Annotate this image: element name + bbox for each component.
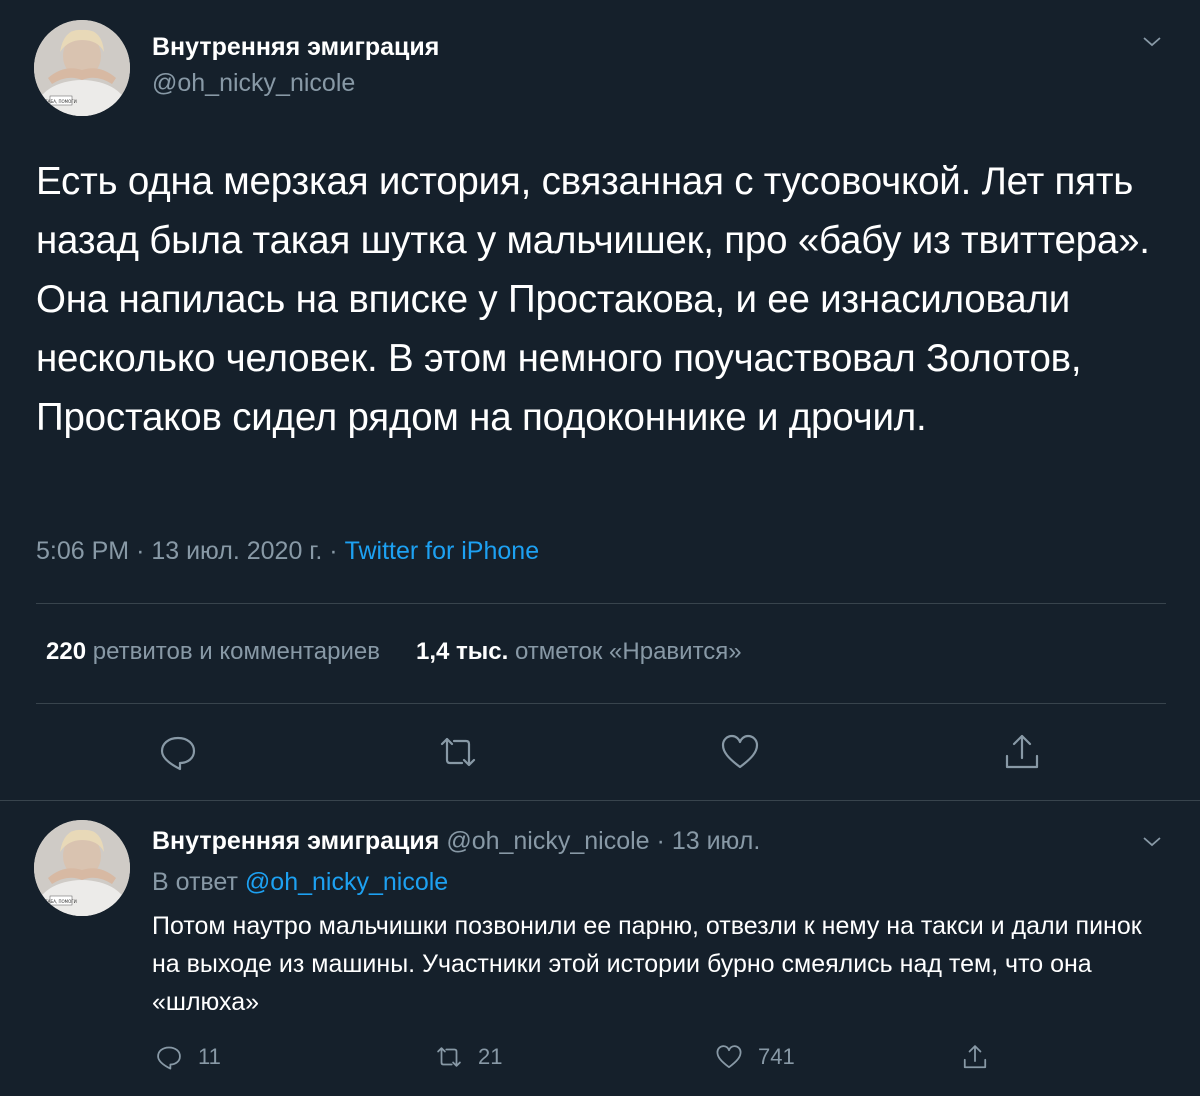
likes-count: 1,4 тыс.: [415, 638, 509, 665]
avatar[interactable]: ГАБА, ПОМОГИ: [34, 820, 130, 916]
heart-icon[interactable]: [718, 730, 762, 774]
reply-icon[interactable]: [156, 730, 200, 774]
tweet-time[interactable]: 5:06 PM: [36, 537, 129, 565]
reply-to-mention[interactable]: @oh_nicky_nicole: [245, 868, 448, 896]
likes-label: отметок «Нравится»: [514, 638, 742, 665]
tweet-source[interactable]: Twitter for iPhone: [345, 537, 540, 565]
divider: [36, 703, 1166, 704]
retweets-stat[interactable]: 220 ретвитов и комментариев: [46, 638, 380, 665]
tweet-stats: 220 ретвитов и комментариев 1,4 тыс. отме…: [46, 638, 742, 666]
retweet-icon: [437, 1047, 461, 1067]
reply-to-label: В ответ: [152, 868, 238, 896]
reply-count: 11: [198, 1044, 221, 1069]
share-action[interactable]: [960, 1040, 1004, 1074]
author-handle[interactable]: @oh_nicky_nicole: [152, 69, 355, 98]
avatar-shirt-text: ГАБА, ПОМОГИ: [45, 899, 76, 904]
reply-to-line: В ответ @oh_nicky_nicole: [152, 868, 448, 897]
retweets-count: 220: [46, 638, 87, 665]
avatar-photo: ГАБА, ПОМОГИ: [34, 820, 130, 916]
share-icon[interactable]: [1000, 730, 1044, 774]
author-name[interactable]: Внутренняя эмиграция: [152, 33, 439, 62]
tweet-text: Потом наутро мальчишки позвонили ее парн…: [152, 912, 1142, 1016]
retweet-action[interactable]: 21: [434, 1040, 502, 1074]
chevron-down-icon[interactable]: [1140, 30, 1164, 54]
avatar-photo: ГАБА, ПОМОГИ: [34, 20, 130, 116]
avatar-shirt-text: ГАБА, ПОМОГИ: [45, 99, 76, 104]
reply-icon: [157, 1046, 181, 1070]
like-count: 741: [758, 1044, 795, 1069]
share-icon: [963, 1045, 987, 1069]
meta-separator: ·: [656, 827, 665, 855]
retweets-label: ретвитов и комментариев: [92, 638, 380, 665]
retweet-icon[interactable]: [436, 730, 480, 774]
tweet-meta: 5:06 PM · 13 июл. 2020 г. · Twitter for …: [36, 537, 539, 566]
tweet-date[interactable]: 13 июл. 2020 г.: [151, 537, 322, 565]
meta-separator: ·: [329, 537, 338, 565]
divider: [36, 603, 1166, 604]
main-tweet: ГАБА, ПОМОГИ Внутренняя эмиграция @oh_ni…: [0, 0, 1200, 801]
tweet-text: Есть одна мерзкая история, связанная с т…: [36, 160, 1150, 439]
avatar[interactable]: ГАБА, ПОМОГИ: [34, 20, 130, 116]
author-name[interactable]: Внутренняя эмиграция: [152, 827, 439, 855]
reply-header: Внутренняя эмиграция @oh_nicky_nicole · …: [152, 827, 760, 856]
like-action[interactable]: 741: [714, 1040, 795, 1074]
tweet-date[interactable]: 13 июл.: [672, 827, 760, 855]
reply-action[interactable]: 11: [154, 1040, 221, 1074]
chevron-down-icon[interactable]: [1140, 830, 1164, 854]
likes-stat[interactable]: 1,4 тыс. отметок «Нравится»: [416, 638, 742, 665]
author-handle[interactable]: @oh_nicky_nicole: [446, 827, 649, 855]
retweet-count: 21: [478, 1044, 503, 1069]
meta-separator: ·: [136, 537, 145, 565]
heart-icon: [716, 1045, 742, 1069]
